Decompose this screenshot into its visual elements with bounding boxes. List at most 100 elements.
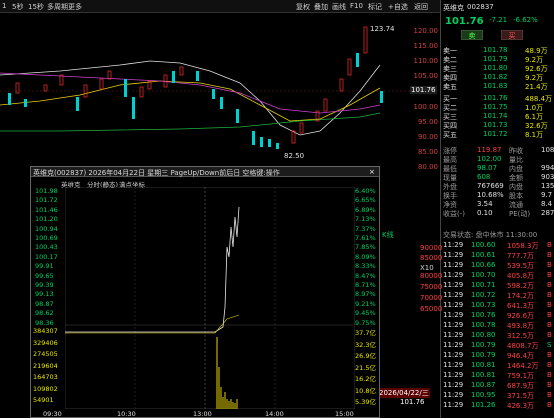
popup-volamt-label: 26.9亿 [355, 352, 376, 360]
tick-volume: 405.8万 [507, 272, 535, 280]
sell-button[interactable]: 卖 [461, 30, 483, 40]
popup-price-label: 99.91 [35, 262, 54, 271]
high-marker: 123.74 [370, 25, 395, 33]
bid-price: 101.76 [483, 94, 508, 102]
tick-row: 11:29 100.81 759.1万 B [443, 371, 554, 380]
stat-label: PE(动) [509, 210, 531, 218]
popup-title: 英维克(002837) 2026年04月22日 星期三 PageUp/Down前… [33, 169, 280, 177]
ask-row: 卖四 101.82 9.2万 [443, 73, 554, 82]
back-button[interactable]: 返回 [414, 2, 428, 12]
ask-price: 101.83 [483, 82, 508, 90]
tick-volume: 946.4万 [507, 352, 535, 360]
ask-volume: 21.4万 [525, 83, 548, 91]
tick-side: S [547, 341, 552, 349]
tick-price: 100.87 [471, 381, 496, 389]
tick-row: 11:29 100.73 641.3万 B [443, 301, 554, 310]
f10-button[interactable]: F10 [350, 2, 363, 10]
y-label: 80.00 [417, 163, 438, 171]
overlay-button[interactable]: 叠加 [314, 2, 328, 12]
stat-value: 119.87 [477, 146, 502, 154]
cursor-date-box: 2026/04/22/三 [378, 388, 430, 398]
popup-price-label: 100.43 [35, 243, 58, 252]
tick-time: 11:29 [443, 381, 464, 389]
y-label: 90.00 [417, 133, 438, 141]
popup-volamt-label: 16.2亿 [355, 375, 376, 383]
tick-row: 11:29 100.71 598.2万 B [443, 281, 554, 290]
tick-side: B [547, 311, 552, 319]
popup-pct-label: 9.21% [355, 299, 376, 308]
bid-row: 买五 101.72 8.1万 [443, 130, 554, 139]
ask-price: 101.78 [483, 46, 508, 54]
tick-volume: 926.6万 [507, 312, 535, 320]
tick-time: 11:29 [443, 391, 464, 399]
stat-value: 994 [541, 164, 554, 172]
tick-row: 11:29 100.87 687.9万 B [443, 381, 554, 390]
tick-time: 11:29 [443, 321, 464, 329]
tick-side: B [547, 371, 552, 379]
popup-vol-label: 384307 [33, 327, 58, 335]
tick-row: 11:29 100.60 1058.3万 B [443, 241, 554, 250]
popup-pct-label: 7.61% [355, 234, 376, 242]
side-price: 80000 [420, 272, 443, 280]
popup-pct-label: 8.47% [355, 271, 376, 280]
tick-volume: 312.5万 [507, 332, 535, 340]
tick-side: B [547, 271, 552, 279]
bid-price: 101.75 [483, 103, 508, 111]
add-watchlist-button[interactable]: +自选 [388, 2, 408, 12]
stat-value: 135 [541, 182, 554, 190]
popup-title-bar[interactable]: 英维克(002837) 2026年04月22日 星期三 PageUp/Down前… [31, 167, 379, 177]
tick-time: 11:29 [443, 291, 464, 299]
stat-value: 98.07 [477, 164, 498, 172]
tick-row: 11:29 100.70 405.8万 B [443, 271, 554, 280]
more-menu[interactable]: 更多 [68, 2, 82, 12]
tick-time: 11:29 [443, 371, 464, 379]
popup-pct-label: 8.09% [355, 252, 376, 261]
tick-volume: 598.2万 [507, 282, 535, 290]
fuquan-button[interactable]: 复权 [296, 2, 310, 12]
tick-time: 11:29 [443, 281, 464, 289]
buy-button[interactable]: 买 [501, 30, 523, 40]
draw-button[interactable]: 画线 [332, 2, 346, 12]
last-price: 101.76 [445, 16, 484, 27]
mark-button[interactable]: 标记 [368, 2, 382, 12]
tick-price: 100.76 [471, 311, 496, 319]
stat-row: 收益(-) 0.10 PE(动) 287 [443, 209, 554, 218]
ask-label: 卖五 [443, 83, 457, 91]
popup-vol-label: 54901 [33, 396, 54, 404]
stat-row: 现量 608 金额 903 [443, 173, 554, 182]
tick-price: 100.79 [471, 341, 496, 349]
ask-price: 101.79 [483, 55, 508, 63]
tick-time: 11:29 [443, 331, 464, 339]
popup-volamt-label: 5.39亿 [355, 398, 376, 406]
tick-price: 100.81 [471, 361, 496, 369]
popup-price-label: 98.62 [35, 309, 54, 318]
popup-volamt-label: 10.8亿 [355, 386, 376, 395]
tick-row: 11:29 100.79 4808.7万 S [443, 341, 554, 350]
multi-period[interactable]: 多周期 [47, 2, 68, 12]
period-15s[interactable]: 15秒 [28, 2, 44, 12]
popup-price-label: 99.13 [35, 290, 54, 299]
bid-label: 买五 [443, 131, 457, 139]
y-label: 85.00 [417, 148, 438, 156]
close-icon[interactable]: × [369, 168, 375, 176]
popup-time-label: 15:00 [335, 410, 354, 418]
popup-vol-label: 219604 [33, 361, 58, 370]
period-5s[interactable]: 5秒 [12, 2, 23, 12]
ask-row: 卖二 101.79 9.2万 [443, 55, 554, 64]
tick-row: 11:29 100.78 493.8万 B [443, 321, 554, 330]
stat-value: 10.68% [477, 191, 504, 199]
tick-row: 11:29 100.79 946.4万 B [443, 351, 554, 360]
popup-time-label: 09:30 [43, 410, 62, 418]
popup-price-label: 99.65 [35, 271, 54, 280]
y-label: 110.00 [413, 57, 439, 65]
intraday-popup[interactable]: 英维克(002837) 2026年04月22日 星期三 PageUp/Down前… [30, 166, 380, 418]
tick-row: 11:29 100.76 926.6万 B [443, 311, 554, 320]
popup-pct-label: 6.89% [355, 205, 376, 214]
y-label: 95.00 [417, 118, 438, 126]
kline-chart[interactable]: 120.00 115.00 110.00 105.00 100.00 95.00… [0, 13, 440, 173]
stat-row: 净资 3.54 流通 8.4 [443, 200, 554, 209]
period-1[interactable]: 1 [2, 2, 6, 10]
stat-row: 外盘 767669 内盘 135 [443, 182, 554, 191]
bid-row: 买三 101.74 6.1万 [443, 112, 554, 121]
stat-row: 最低 98.07 内盘 994 [443, 164, 554, 173]
